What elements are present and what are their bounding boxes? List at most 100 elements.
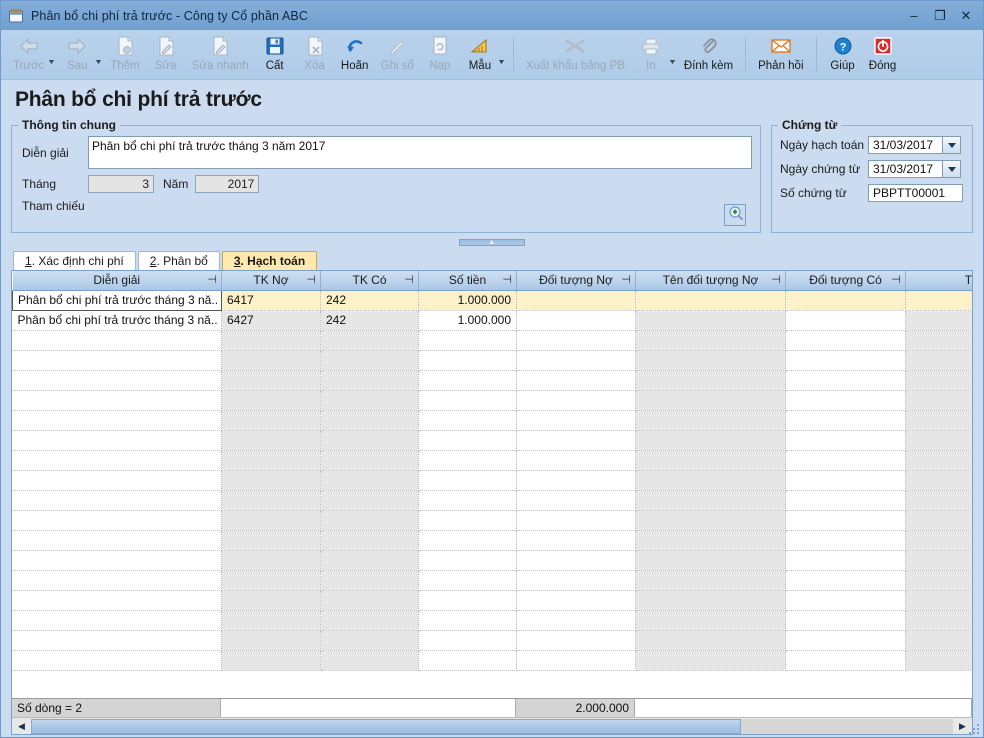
cell-1[interactable] xyxy=(221,550,321,571)
posting-date-input[interactable] xyxy=(868,136,942,154)
cell-2[interactable] xyxy=(320,570,419,591)
reference-lookup-button[interactable] xyxy=(724,204,746,226)
cell-4[interactable] xyxy=(516,550,636,571)
cell-0[interactable] xyxy=(12,330,222,351)
toolbar-button-phan-hoi[interactable]: Phản hồi xyxy=(752,33,809,78)
cell-4[interactable] xyxy=(516,290,636,311)
chevron-down-icon[interactable]: ▼ xyxy=(497,59,506,66)
cell-5[interactable] xyxy=(635,530,786,551)
cell-3[interactable]: 1.000.000 xyxy=(418,310,517,331)
toolbar-button-sua[interactable]: Sửa xyxy=(146,33,186,78)
cell-3[interactable] xyxy=(418,510,517,531)
cell-4[interactable] xyxy=(516,530,636,551)
cell-2[interactable] xyxy=(320,390,419,411)
cell-5[interactable] xyxy=(635,370,786,391)
cell-4[interactable] xyxy=(516,510,636,531)
chevron-down-icon[interactable] xyxy=(942,136,961,154)
cell-6[interactable] xyxy=(785,510,906,531)
cell-4[interactable] xyxy=(516,490,636,511)
cell-1[interactable] xyxy=(221,470,321,491)
cell-4[interactable] xyxy=(516,410,636,431)
cell-5[interactable] xyxy=(635,630,786,651)
scrollbar-thumb[interactable] xyxy=(31,718,741,734)
cell-3[interactable] xyxy=(418,470,517,491)
tab-hach-toan[interactable]: 3. Hạch toán xyxy=(221,251,318,270)
voucher-no-input[interactable] xyxy=(868,184,963,202)
cell-0[interactable] xyxy=(12,490,222,511)
cell-0[interactable] xyxy=(12,650,222,671)
cell-1[interactable]: 6417 xyxy=(221,290,321,311)
cell-2[interactable] xyxy=(320,370,419,391)
cell-0[interactable] xyxy=(12,430,222,451)
cell-7[interactable] xyxy=(905,570,972,591)
toolbar-button-truoc[interactable]: Trước xyxy=(7,33,50,78)
cell-5[interactable] xyxy=(635,290,786,311)
table-row-empty[interactable] xyxy=(12,550,972,571)
posting-date-combo[interactable] xyxy=(868,136,961,154)
column-pin-icon[interactable]: ⊣ xyxy=(207,273,217,286)
table-row-empty[interactable] xyxy=(12,370,972,391)
cell-7[interactable] xyxy=(905,530,972,551)
table-row-empty[interactable] xyxy=(12,430,972,451)
cell-4[interactable] xyxy=(516,390,636,411)
cell-6[interactable] xyxy=(785,410,906,431)
cell-5[interactable] xyxy=(635,490,786,511)
table-row-empty[interactable] xyxy=(12,490,972,511)
cell-3[interactable] xyxy=(418,490,517,511)
cell-1[interactable] xyxy=(221,610,321,631)
cell-7[interactable] xyxy=(905,550,972,571)
cell-6[interactable] xyxy=(785,390,906,411)
cell-4[interactable] xyxy=(516,350,636,371)
cell-3[interactable] xyxy=(418,430,517,451)
cell-5[interactable] xyxy=(635,570,786,591)
table-row-empty[interactable] xyxy=(12,330,972,351)
cell-7[interactable] xyxy=(905,490,972,511)
cell-2[interactable]: 242 xyxy=(320,310,419,331)
cell-6[interactable] xyxy=(785,630,906,651)
cell-4[interactable] xyxy=(516,590,636,611)
cell-5[interactable] xyxy=(635,330,786,351)
toolbar-button-dong[interactable]: Đóng xyxy=(863,33,903,78)
cell-5[interactable] xyxy=(635,310,786,331)
cell-4[interactable] xyxy=(516,610,636,631)
table-row-empty[interactable] xyxy=(12,510,972,531)
cell-0[interactable] xyxy=(12,530,222,551)
cell-2[interactable] xyxy=(320,470,419,491)
column-pin-icon[interactable]: ⊣ xyxy=(404,273,414,286)
cell-2[interactable] xyxy=(320,550,419,571)
column-header-6[interactable]: Đối tượng Có ⊣ xyxy=(785,271,906,291)
cell-2[interactable] xyxy=(320,650,419,671)
cell-6[interactable] xyxy=(785,530,906,551)
table-row-empty[interactable] xyxy=(12,630,972,651)
table-row-empty[interactable] xyxy=(12,390,972,411)
cell-3[interactable] xyxy=(418,570,517,591)
cell-1[interactable] xyxy=(221,330,321,351)
chevron-down-icon[interactable]: ▼ xyxy=(94,59,103,66)
cell-5[interactable] xyxy=(635,430,786,451)
cell-7[interactable] xyxy=(905,350,972,371)
cell-7[interactable] xyxy=(905,310,972,331)
toolbar-button-nap[interactable]: Nạp xyxy=(420,33,460,78)
cell-3[interactable] xyxy=(418,390,517,411)
cell-7[interactable] xyxy=(905,430,972,451)
cell-7[interactable] xyxy=(905,330,972,351)
cell-0[interactable] xyxy=(12,610,222,631)
toolbar-button-in[interactable]: In xyxy=(631,33,671,78)
cell-3[interactable] xyxy=(418,590,517,611)
cell-1[interactable] xyxy=(221,350,321,371)
cell-1[interactable] xyxy=(221,490,321,511)
column-pin-icon[interactable]: ⊣ xyxy=(621,273,631,286)
cell-0[interactable] xyxy=(12,410,222,431)
voucher-date-combo[interactable] xyxy=(868,160,961,178)
cell-5[interactable] xyxy=(635,650,786,671)
cell-7[interactable] xyxy=(905,590,972,611)
cell-2[interactable] xyxy=(320,490,419,511)
cell-7[interactable] xyxy=(905,630,972,651)
tab-phan-bo[interactable]: 2. Phân bổ xyxy=(137,251,220,270)
cell-1[interactable] xyxy=(221,370,321,391)
cell-6[interactable] xyxy=(785,330,906,351)
toolbar-button-sua-nhanh[interactable]: Sửa nhanh xyxy=(186,33,255,78)
cell-6[interactable] xyxy=(785,290,906,311)
cell-7[interactable] xyxy=(905,470,972,491)
column-pin-icon[interactable]: ⊣ xyxy=(502,273,512,286)
